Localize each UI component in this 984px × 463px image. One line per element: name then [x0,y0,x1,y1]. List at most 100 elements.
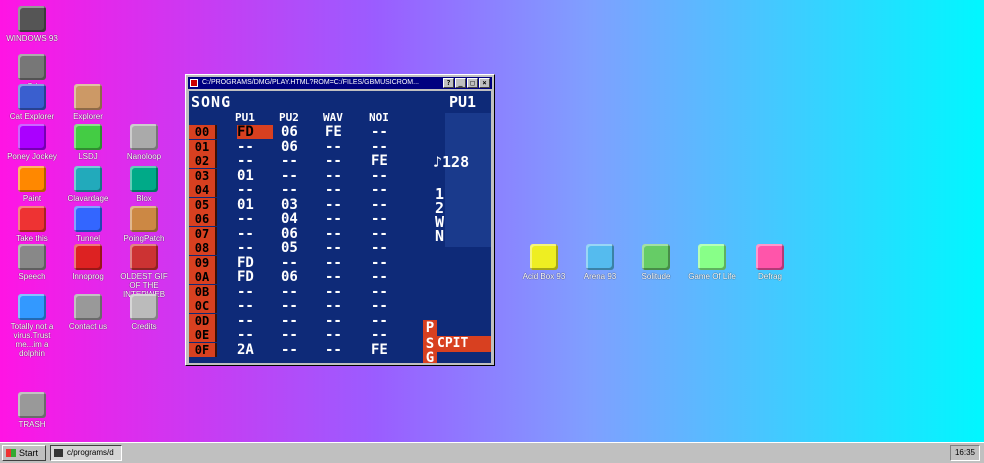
song-cell[interactable]: -- [371,125,407,139]
song-cell[interactable]: 04 [281,212,317,226]
song-cell[interactable]: -- [325,328,361,342]
song-cell[interactable]: 06 [281,227,317,241]
song-cell[interactable]: -- [325,256,361,270]
song-row[interactable]: 01 -- 06 -- -- [189,139,439,154]
desktop-icon-innoprog[interactable]: Innoprog [58,244,118,281]
song-cell[interactable]: -- [371,285,407,299]
song-row[interactable]: 03 01 -- -- -- [189,168,439,183]
song-cell[interactable]: -- [281,154,317,168]
song-cell[interactable]: -- [371,227,407,241]
minimize-button[interactable]: _ [455,78,466,88]
song-cell[interactable]: 06 [281,140,317,154]
song-cell[interactable]: -- [325,299,361,313]
desktop-icon-cat-explorer[interactable]: Cat Explorer [2,84,62,121]
song-cell[interactable]: -- [325,270,361,284]
song-cell[interactable]: -- [237,227,273,241]
song-cell[interactable]: -- [237,154,273,168]
song-cell[interactable]: -- [325,140,361,154]
song-cell[interactable]: -- [281,299,317,313]
song-row[interactable]: 04 -- -- -- -- [189,183,439,197]
song-cell[interactable]: -- [325,212,361,226]
song-cell[interactable]: -- [237,285,273,299]
song-cell[interactable]: 06 [281,270,317,284]
desktop-icon-acid-box-93[interactable]: Acid Box 93 [514,244,574,281]
song-cell[interactable]: -- [325,198,361,212]
song-cell[interactable]: 05 [281,241,317,255]
song-cell[interactable]: -- [371,328,407,342]
song-cell[interactable]: -- [371,241,407,255]
song-cell[interactable]: 2A [237,343,273,357]
song-cell[interactable]: -- [325,227,361,241]
gameboy-screen[interactable]: SONG PU1 PU1 PU2 WAV NOI 00 FD 06 FE -- 01 -- 0… [189,91,491,363]
desktop-icon-oldest-gif-of-the-interweb[interactable]: OLDEST GIF OF THE INTERWEB [114,244,174,299]
song-cell[interactable]: -- [371,169,407,183]
song-cell[interactable]: -- [237,183,273,197]
song-cell[interactable]: FE [371,154,407,168]
taskbar-window-button[interactable]: c/programs/d [50,445,122,461]
song-cell[interactable]: -- [325,343,361,357]
desktop-icon-credits[interactable]: Credits [114,294,174,331]
desktop-icon-tunnel[interactable]: Tunnel [58,206,118,243]
song-cell[interactable]: 03 [281,198,317,212]
song-cell[interactable]: -- [325,314,361,328]
song-cell[interactable]: -- [325,169,361,183]
desktop-icon-arena-93[interactable]: Arena 93 [570,244,630,281]
help-button[interactable]: ? [443,78,454,88]
song-cell[interactable]: FE [371,343,407,357]
desktop-icon-defrag[interactable]: Defrag [740,244,800,281]
desktop-icon-nanoloop[interactable]: Nanoloop [114,124,174,161]
desktop-icon-clavardage[interactable]: Clavardage [58,166,118,203]
desktop-icon-take-this[interactable]: Take this [2,206,62,243]
song-row[interactable]: 0D -- -- -- -- [189,313,439,328]
close-button[interactable]: × [479,78,490,88]
song-cell[interactable]: -- [281,328,317,342]
song-cell[interactable]: -- [371,270,407,284]
song-row[interactable]: 0B -- -- -- -- [189,284,439,299]
song-cell[interactable]: -- [371,314,407,328]
desktop-icon-lsdj[interactable]: LSDJ [58,124,118,161]
song-cell[interactable]: 06 [281,125,317,139]
song-row[interactable]: 08 -- 05 -- -- [189,241,439,255]
desktop-icon-trash[interactable]: TRASH [2,392,62,429]
song-row[interactable]: 06 -- 04 -- -- [189,212,439,226]
desktop-icon-windows-93[interactable]: WINDOWS 93 [2,6,62,43]
desktop-icon-game-of-life[interactable]: Game Of Life [682,244,742,281]
song-cell[interactable]: -- [281,285,317,299]
song-cell[interactable]: -- [237,314,273,328]
window-titlebar[interactable]: C:/PROGRAMS/DMG/PLAY.HTML?ROM=C:/FILES/G… [188,77,492,89]
lsdj-window[interactable]: C:/PROGRAMS/DMG/PLAY.HTML?ROM=C:/FILES/G… [185,74,495,366]
start-button[interactable]: Start [2,445,46,461]
desktop-icon-poingpatch[interactable]: PoingPatch [114,206,174,243]
song-row[interactable]: 07 -- 06 -- -- [189,226,439,241]
song-row[interactable]: 09 FD -- -- -- [189,255,439,270]
song-cell[interactable]: FE [325,125,361,139]
song-row[interactable]: 0F 2A -- -- FE [189,342,439,357]
song-cell[interactable]: -- [281,169,317,183]
song-cell[interactable]: -- [371,212,407,226]
song-cell[interactable]: -- [281,183,317,197]
song-cell[interactable]: -- [237,299,273,313]
song-cell[interactable]: -- [325,183,361,197]
desktop-icon-explorer[interactable]: Explorer [58,84,118,121]
song-cell[interactable]: -- [325,241,361,255]
song-row[interactable]: 05 01 03 -- -- [189,197,439,212]
song-cell[interactable]: -- [281,343,317,357]
song-cell[interactable]: -- [325,285,361,299]
song-cell[interactable]: 01 [237,169,273,183]
song-cell[interactable]: -- [237,212,273,226]
song-row[interactable]: 0A FD 06 -- -- [189,270,439,284]
maximize-button[interactable]: □ [467,78,478,88]
song-cell[interactable]: FD [237,256,273,270]
song-cell[interactable]: -- [371,299,407,313]
song-cell[interactable]: -- [371,198,407,212]
desktop-icon-totally-not-a-virus-trust-me-im-a-dolphin[interactable]: Totally not a virus.Trust me...im a dolp… [2,294,62,358]
song-cell[interactable]: -- [371,183,407,197]
song-cell[interactable]: FD [237,125,273,139]
desktop-icon-speech[interactable]: Speech [2,244,62,281]
song-cell[interactable]: -- [237,328,273,342]
song-row[interactable]: 0C -- -- -- -- [189,299,439,313]
desktop-icon-blox[interactable]: Blox [114,166,174,203]
song-cell[interactable]: FD [237,270,273,284]
song-cell[interactable]: -- [281,256,317,270]
desktop-icon-poney-jockey[interactable]: Poney Jockey [2,124,62,161]
